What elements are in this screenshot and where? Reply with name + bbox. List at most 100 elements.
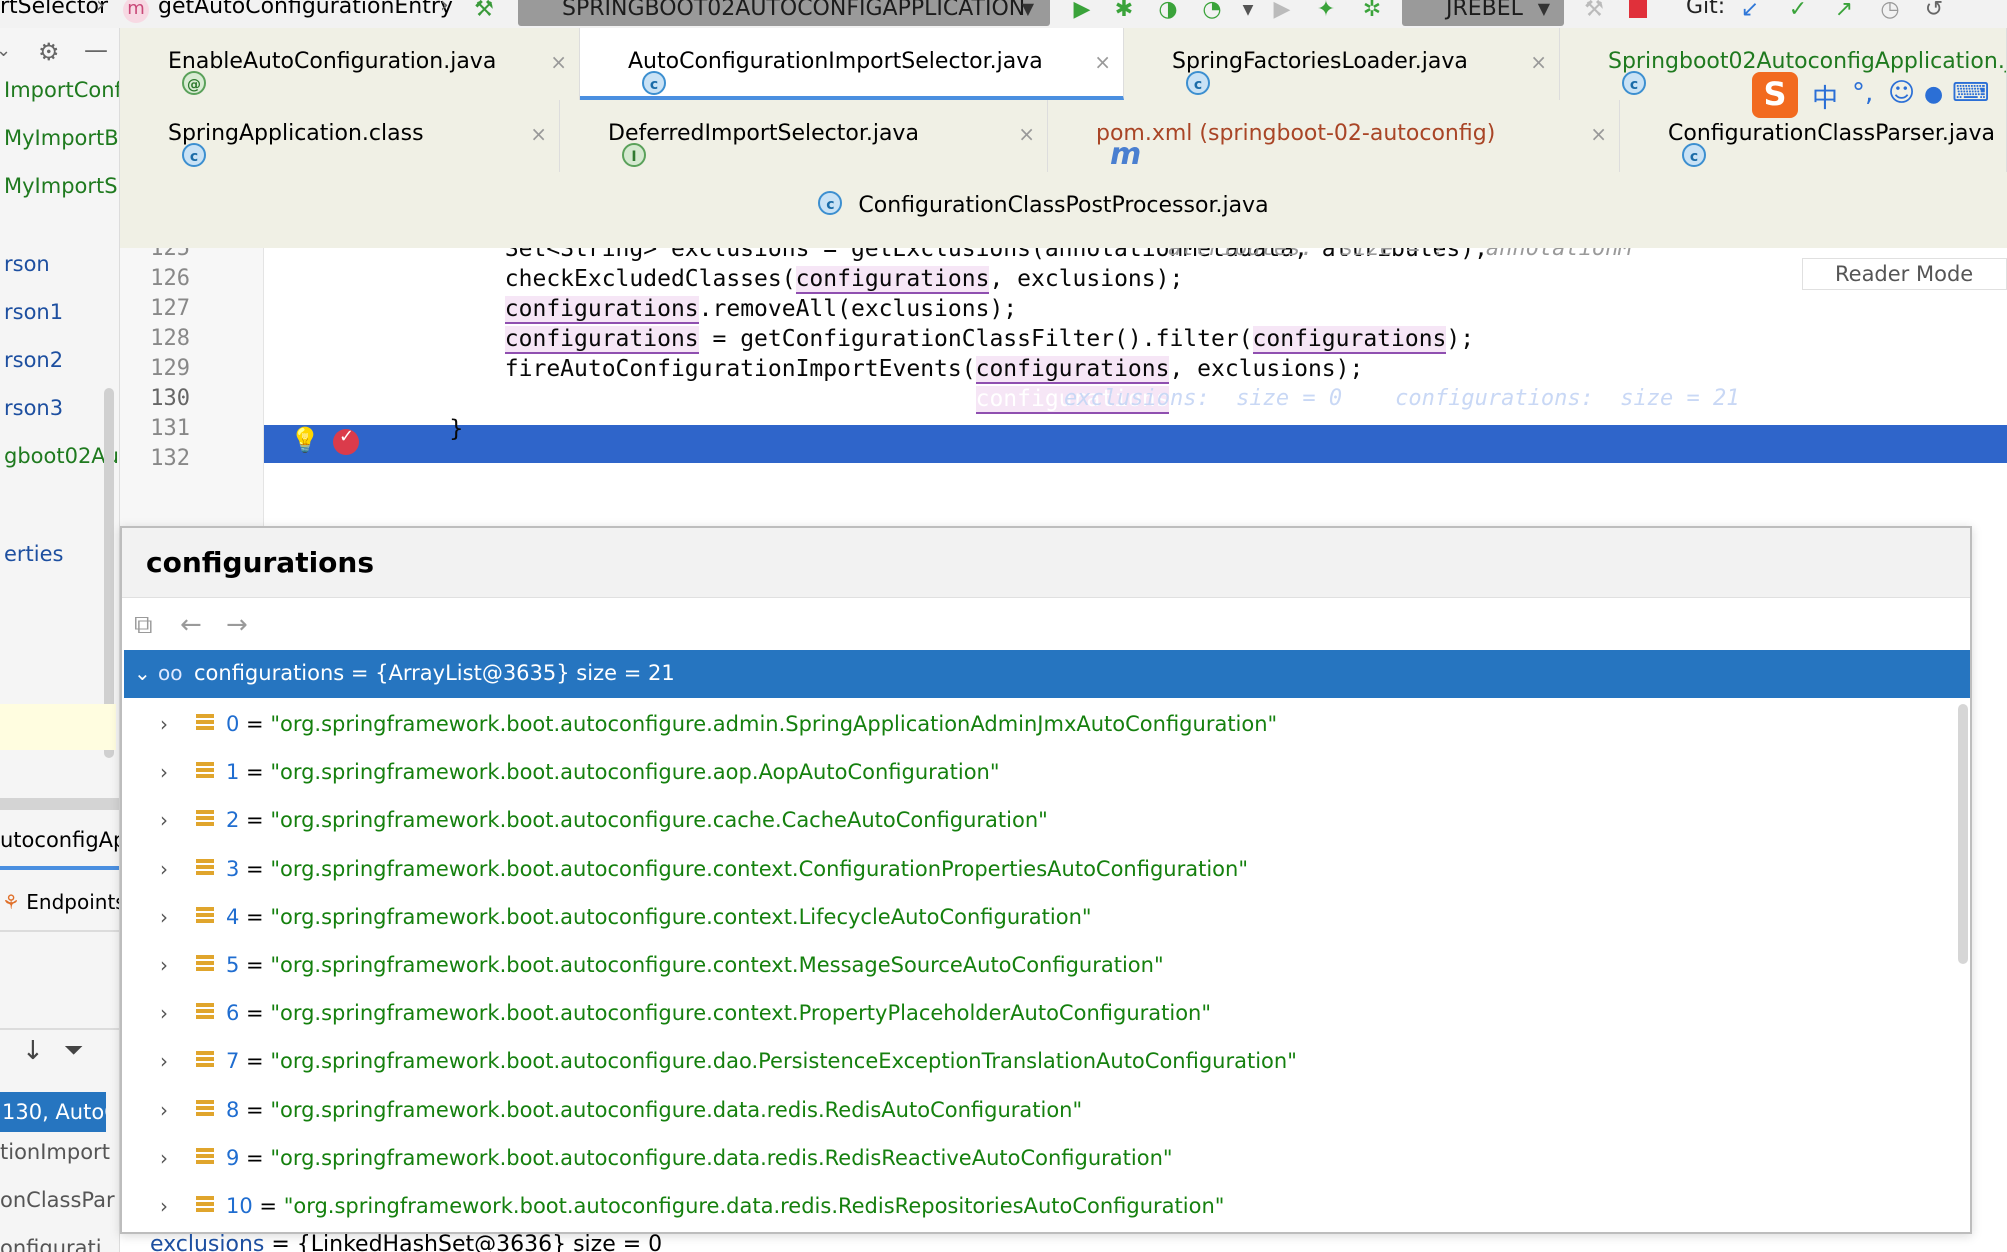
pin-to-watch-icon[interactable]: ⧉ bbox=[134, 610, 153, 641]
project-tree-item[interactable]: gboot02Aut bbox=[4, 444, 119, 468]
jrebel-debug-icon[interactable]: ✲ bbox=[1358, 0, 1386, 23]
variable-root-row[interactable]: ⌄ oo configurations = {ArrayList@3635} s… bbox=[124, 650, 1970, 698]
git-update-icon[interactable]: ↙ bbox=[1736, 0, 1764, 23]
close-tab-icon[interactable]: × bbox=[530, 100, 547, 168]
editor-tab[interactable]: m pom.xml (springboot-02-autoconfig) × bbox=[1048, 100, 1620, 172]
chevron-down-icon[interactable]: ▼ bbox=[1234, 0, 1262, 23]
panel-divider[interactable] bbox=[0, 798, 119, 810]
project-tree-item[interactable]: rson1 bbox=[4, 300, 63, 324]
code-editor[interactable]: 125 Set<String> exclusions = getExclusio… bbox=[120, 248, 2007, 528]
chevron-right-icon[interactable]: › bbox=[160, 796, 168, 844]
line-number[interactable]: 129 bbox=[130, 356, 190, 381]
ime-mic-icon[interactable]: ● bbox=[1924, 82, 1943, 107]
variable-item-row[interactable]: › 10 = "org.springframework.boot.autoconf… bbox=[124, 1182, 1954, 1230]
project-tree-item[interactable]: rson3 bbox=[4, 396, 63, 420]
chevron-right-icon[interactable]: › bbox=[160, 845, 168, 893]
close-tab-icon[interactable]: × bbox=[550, 28, 567, 96]
chevron-right-icon[interactable]: › bbox=[160, 1182, 168, 1230]
chevron-right-icon[interactable]: › bbox=[160, 941, 168, 989]
variable-item-row[interactable]: › 6 = "org.springframework.boot.autoconfi… bbox=[124, 989, 1954, 1037]
scrollbar[interactable] bbox=[104, 388, 114, 758]
variable-item-row[interactable]: › 8 = "org.springframework.boot.autoconfi… bbox=[124, 1086, 1954, 1134]
profile-icon[interactable]: ◔ bbox=[1198, 0, 1226, 23]
editor-tab[interactable]: @ EnableAutoConfiguration.java × bbox=[120, 28, 580, 100]
arrow-down-icon[interactable]: ↓ bbox=[22, 1036, 44, 1066]
endpoints-tab[interactable]: ⚘ Endpoints bbox=[2, 890, 119, 914]
chevron-down-icon[interactable]: ⌄ bbox=[134, 650, 151, 696]
project-tree-item[interactable]: MyImportS bbox=[4, 174, 118, 198]
lightbulb-icon[interactable]: 💡 bbox=[290, 426, 320, 454]
coverage-icon[interactable]: ◑ bbox=[1154, 0, 1182, 23]
chevron-right-icon[interactable]: › bbox=[160, 1037, 168, 1085]
variable-item-row[interactable]: › 7 = "org.springframework.boot.autoconfi… bbox=[124, 1037, 1954, 1085]
line-number[interactable]: 127 bbox=[130, 296, 190, 321]
close-tab-icon[interactable]: × bbox=[1590, 100, 1607, 168]
line-number[interactable]: 128 bbox=[130, 326, 190, 351]
ime-punct-icon[interactable]: °, bbox=[1852, 78, 1873, 108]
editor-tab[interactable]: I DeferredImportSelector.java × bbox=[560, 100, 1048, 172]
close-tab-icon[interactable]: × bbox=[1018, 100, 1035, 168]
variable-item-row[interactable]: › 2 = "org.springframework.boot.autoconfi… bbox=[124, 796, 1954, 844]
variable-item-row[interactable]: › 4 = "org.springframework.boot.autoconfi… bbox=[124, 893, 1954, 941]
chevron-down-icon[interactable]: ⌄ bbox=[0, 40, 11, 61]
editor-tab[interactable]: c ConfigurationClassPostProcessor.java bbox=[120, 172, 2007, 244]
variable-item-row[interactable]: › 9 = "org.springframework.boot.autoconfi… bbox=[124, 1134, 1954, 1182]
identifier-highlight[interactable]: configurations bbox=[504, 296, 699, 324]
ime-emoji-icon[interactable]: ☺ bbox=[1888, 78, 1915, 108]
variable-item-row[interactable]: › 1 = "org.springframework.boot.autoconfi… bbox=[124, 748, 1954, 796]
project-tree-item[interactable]: ImportConf bbox=[4, 78, 119, 102]
code-line[interactable]: fireAutoConfigurationImportEvents(config… bbox=[394, 356, 1363, 384]
chevron-right-icon[interactable]: › bbox=[160, 748, 168, 796]
scrollbar[interactable] bbox=[1958, 704, 1968, 964]
ime-mode-icon[interactable]: 中 bbox=[1812, 78, 1838, 115]
build-hammer-icon[interactable]: ⚒ bbox=[470, 0, 498, 23]
line-number[interactable]: 131 bbox=[130, 416, 190, 441]
project-tree-item[interactable]: MyImportB bbox=[4, 126, 119, 150]
history-icon[interactable]: ◷ bbox=[1876, 0, 1904, 23]
identifier-highlight[interactable]: configurations bbox=[1252, 326, 1447, 354]
chevron-right-icon[interactable]: › bbox=[160, 1134, 168, 1182]
identifier-highlight[interactable]: configurations bbox=[504, 326, 699, 354]
project-tree-item[interactable]: rson bbox=[4, 252, 50, 276]
code-line[interactable]: configurations.removeAll(exclusions); bbox=[394, 296, 1017, 324]
project-tree-item[interactable]: rson2 bbox=[4, 348, 63, 372]
line-number[interactable]: 126 bbox=[130, 266, 190, 291]
breadcrumb-class[interactable]: rtSelector bbox=[0, 0, 108, 19]
code-line[interactable]: checkExcludedClasses(configurations, exc… bbox=[394, 266, 1183, 294]
stack-frame-item[interactable]: onfigurati bbox=[0, 1236, 102, 1252]
code-line[interactable]: configurations = getConfigurationClassFi… bbox=[394, 326, 1474, 354]
identifier-highlight[interactable]: configurations bbox=[975, 356, 1170, 384]
close-tab-icon[interactable]: × bbox=[1530, 28, 1547, 96]
git-commit-icon[interactable]: ✓ bbox=[1784, 0, 1812, 23]
hidden-variable-row[interactable]: exclusions = {LinkedHashSet@3636} size =… bbox=[150, 1232, 662, 1252]
editor-tab[interactable]: c AutoConfigurationImportSelector.java × bbox=[580, 28, 1124, 100]
jrebel-run-icon[interactable]: ✦ bbox=[1312, 0, 1340, 23]
stack-frame-item[interactable]: tionImport bbox=[0, 1140, 110, 1164]
line-number[interactable]: 132 bbox=[130, 446, 190, 471]
stop-icon[interactable] bbox=[1624, 0, 1652, 25]
variable-item-row[interactable]: › 0 = "org.springframework.boot.autoconfi… bbox=[124, 700, 1954, 748]
chevron-right-icon[interactable]: › bbox=[160, 893, 168, 941]
reader-mode-button[interactable]: Reader Mode bbox=[1802, 258, 2007, 290]
chevron-right-icon[interactable]: › bbox=[160, 700, 168, 748]
breakpoint-icon[interactable] bbox=[333, 426, 359, 455]
run-icon[interactable]: ▶ bbox=[1068, 0, 1096, 23]
identifier-highlight[interactable]: configurations bbox=[795, 266, 990, 294]
ime-keyboard-icon[interactable]: ⌨ bbox=[1952, 78, 1990, 108]
line-number[interactable]: 125 bbox=[130, 248, 190, 261]
breadcrumb-method[interactable]: getAutoConfigurationEntry bbox=[158, 0, 453, 19]
run-configuration-select[interactable]: SPRINGBOOT02AUTOCONFIGAPPLICATION ▼ bbox=[518, 0, 1050, 26]
stack-frame-item[interactable]: onClassPar bbox=[0, 1188, 115, 1212]
filter-icon[interactable]: ⏷ bbox=[64, 1036, 83, 1064]
chevron-right-icon[interactable]: › bbox=[160, 989, 168, 1037]
minimize-icon[interactable]: — bbox=[84, 36, 108, 64]
rollback-icon[interactable]: ↺ bbox=[1920, 0, 1948, 23]
close-tab-icon[interactable]: × bbox=[1094, 28, 1111, 96]
back-arrow-icon[interactable]: ← bbox=[180, 610, 202, 640]
editor-tab[interactable]: c SpringApplication.class × bbox=[120, 100, 560, 172]
stack-frame-item[interactable]: 130, AutoC bbox=[0, 1092, 106, 1132]
sogou-logo-icon[interactable]: S bbox=[1752, 72, 1798, 118]
line-number[interactable]: 130 bbox=[130, 386, 190, 411]
chevron-right-icon[interactable]: › bbox=[160, 1086, 168, 1134]
gear-icon[interactable]: ⚙ bbox=[38, 38, 60, 66]
